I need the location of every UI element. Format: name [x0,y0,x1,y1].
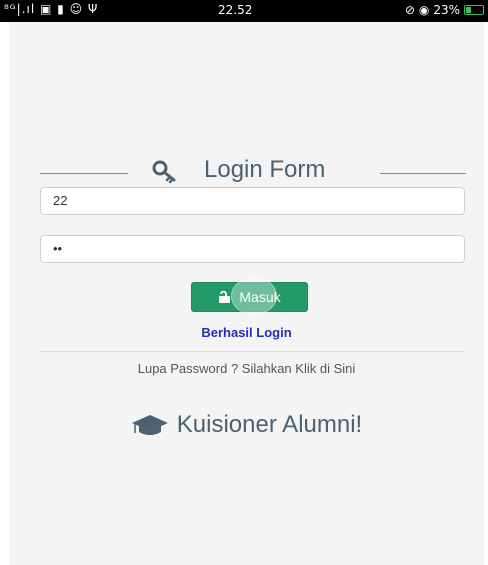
status-bar: ⁸ᴳ|.ıl ▣ ▮ ☺ Ψ 22.52 ⊘ ◉ 23% [0,0,488,22]
password-field[interactable]: •• [40,235,465,263]
username-field[interactable]: 22 [40,187,465,215]
alarm-eye-icons: ⊘ ◉ [404,3,430,17]
brand-title: Kuisioner Alumni! [176,411,363,438]
unlock-icon [219,291,231,303]
page-title: Login Form [204,156,326,183]
login-header: Login Form [9,156,484,190]
success-message: Berhasil Login [201,325,292,340]
forgot-password-link[interactable]: Lupa Password ? Silahkan Klik di Sini [9,361,484,376]
header-line-right [380,173,466,174]
app-content: Login Form 22 •• Masuk Berhasil Login Lu… [9,22,484,565]
status-icons-right: ⊘ ◉ 23% [405,3,484,17]
header-line-left [40,173,128,174]
divider [40,351,465,352]
battery-percent: 23% [433,3,460,17]
touch-ripple [231,277,277,315]
status-time: 22.52 [218,3,253,17]
key-icon [152,160,176,184]
brand: Kuisioner Alumni! [9,408,484,442]
status-icons-left: ⁸ᴳ|.ıl ▣ ▮ ☺ Ψ [4,2,99,16]
graduation-cap-icon [131,415,168,435]
battery-icon [464,5,484,15]
